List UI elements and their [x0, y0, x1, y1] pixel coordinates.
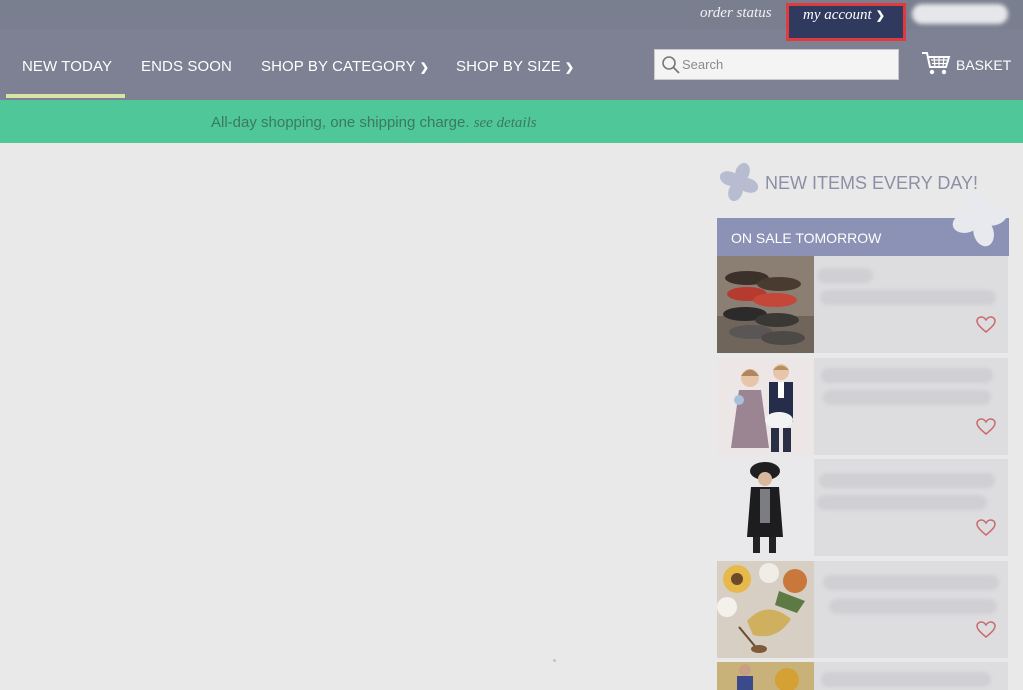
product-thumbnail-black-coat [717, 459, 814, 556]
promo-message: All-day shopping, one shipping charge. [211, 114, 470, 131]
my-account-button[interactable]: my account ❯ [786, 3, 906, 41]
promo-text: All-day shopping, one shipping charge. s… [211, 114, 537, 132]
item-title-redacted [821, 368, 993, 383]
sale-item[interactable] [717, 358, 1008, 455]
nav-shop-by-size[interactable]: SHOP BY SIZE ❯ [456, 58, 574, 75]
nav-ends-soon[interactable]: ENDS SOON [141, 58, 232, 75]
search-icon [662, 56, 680, 74]
chevron-down-icon: ❯ [875, 10, 885, 22]
nav-shop-by-category[interactable]: SHOP BY CATEGORY ❯ [261, 58, 429, 75]
basket-label: BASKET [956, 57, 1012, 73]
basket-icon [922, 52, 951, 75]
item-subtitle-redacted [829, 599, 997, 614]
item-subtitle-redacted [823, 390, 991, 405]
order-status-link[interactable]: order status [700, 5, 772, 22]
sale-item[interactable] [717, 256, 1008, 353]
product-thumbnail-kids-formal [717, 358, 814, 455]
user-name-redacted [912, 4, 1008, 24]
item-title-redacted [823, 575, 999, 590]
flower-icon [952, 191, 1008, 247]
heart-icon[interactable] [976, 519, 996, 537]
nav-shop-by-size-label: SHOP BY SIZE [456, 58, 561, 75]
flower-icon [719, 162, 759, 202]
product-thumbnail-flowers [717, 561, 814, 658]
promo-banner: All-day shopping, one shipping charge. s… [0, 100, 1023, 143]
item-subtitle-redacted [820, 290, 996, 305]
chevron-down-icon: ❯ [564, 62, 575, 74]
search-placeholder: Search [682, 57, 724, 72]
item-title-redacted [817, 268, 873, 283]
product-thumbnail-shoes [717, 256, 814, 353]
nav-new-today[interactable]: NEW TODAY [22, 58, 112, 75]
page-speck [553, 659, 556, 662]
sale-item[interactable] [717, 459, 1008, 556]
heart-icon[interactable] [976, 316, 996, 334]
item-title-redacted [819, 473, 995, 488]
my-account-label: my account [803, 7, 872, 23]
item-title-redacted [821, 672, 991, 687]
see-details-link[interactable]: see details [474, 115, 537, 131]
sale-item[interactable] [717, 561, 1008, 658]
sale-item[interactable] [717, 662, 1008, 690]
search-input[interactable]: Search [654, 49, 899, 80]
chevron-down-icon: ❯ [419, 62, 430, 74]
nav-shop-by-category-label: SHOP BY CATEGORY [261, 58, 416, 75]
product-thumbnail-partial [717, 662, 814, 690]
on-sale-tomorrow-label: ON SALE TOMORROW [731, 230, 882, 246]
item-subtitle-redacted [817, 495, 987, 510]
new-items-title: NEW ITEMS EVERY DAY! [765, 173, 979, 193]
heart-icon[interactable] [976, 418, 996, 436]
active-tab-indicator [6, 94, 125, 98]
heart-icon[interactable] [976, 621, 996, 639]
